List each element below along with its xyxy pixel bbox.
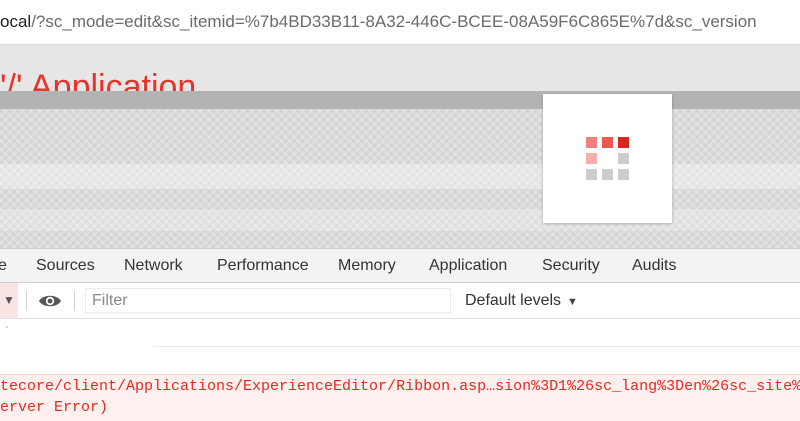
filter-input[interactable] [85, 288, 451, 313]
tab-memory[interactable]: Memory [338, 249, 396, 282]
toolbar-divider [26, 291, 27, 311]
spinner-square [602, 153, 613, 164]
spinner-square [618, 153, 629, 164]
tab-security[interactable]: Security [542, 249, 600, 282]
url-path: /?sc_mode=edit&sc_itemid=%7b4BD33B11-8A3… [31, 12, 757, 31]
error-status-text: erver Error) [0, 399, 109, 416]
overlay-stripe [0, 164, 800, 189]
page-header-area: '/' Application [0, 45, 800, 91]
spinner-square [618, 169, 629, 180]
context-dropdown-button[interactable]: ▼ [0, 283, 18, 318]
spinner-square [602, 169, 613, 180]
tab-network[interactable]: Network [124, 249, 183, 282]
devtools-tab-strip: e Sources Network Performance Memory App… [0, 248, 800, 283]
tab-console[interactable]: e [0, 249, 7, 282]
log-levels-dropdown[interactable]: Default levels ▼ [465, 283, 578, 318]
spinner-square [618, 137, 629, 148]
page-band [0, 91, 800, 109]
console-output: ' tecore/client/Applications/ExperienceE… [0, 319, 800, 421]
console-toolbar: ▼ Default levels ▼ [0, 283, 800, 319]
url-host: ocal [0, 12, 32, 31]
loading-spinner-card [543, 94, 672, 223]
tab-performance[interactable]: Performance [217, 249, 309, 282]
console-prompt-row: ' [0, 319, 800, 347]
row-divider [153, 346, 800, 347]
chevron-down-icon: ▼ [567, 296, 578, 308]
spinner-square [602, 137, 613, 148]
prompt-mark: ' [6, 325, 8, 336]
console-error-message: tecore/client/Applications/ExperienceEdi… [0, 374, 800, 421]
spinner-square [586, 153, 597, 164]
eye-icon[interactable] [38, 292, 62, 310]
spinner-square [586, 169, 597, 180]
overlay-stripe [0, 209, 800, 231]
toolbar-divider [74, 291, 75, 311]
error-url-link[interactable]: tecore/client/Applications/ExperienceEdi… [0, 378, 800, 395]
page-title: '/' Application [0, 68, 197, 91]
address-bar[interactable]: ocal/?sc_mode=edit&sc_itemid=%7b4BD33B11… [0, 0, 800, 45]
tab-audits[interactable]: Audits [632, 249, 676, 282]
loading-spinner-icon [586, 137, 630, 181]
loading-overlay [0, 109, 800, 248]
tab-sources[interactable]: Sources [36, 249, 95, 282]
log-levels-label: Default levels [465, 292, 562, 309]
tab-application[interactable]: Application [429, 249, 507, 282]
spinner-square [586, 137, 597, 148]
